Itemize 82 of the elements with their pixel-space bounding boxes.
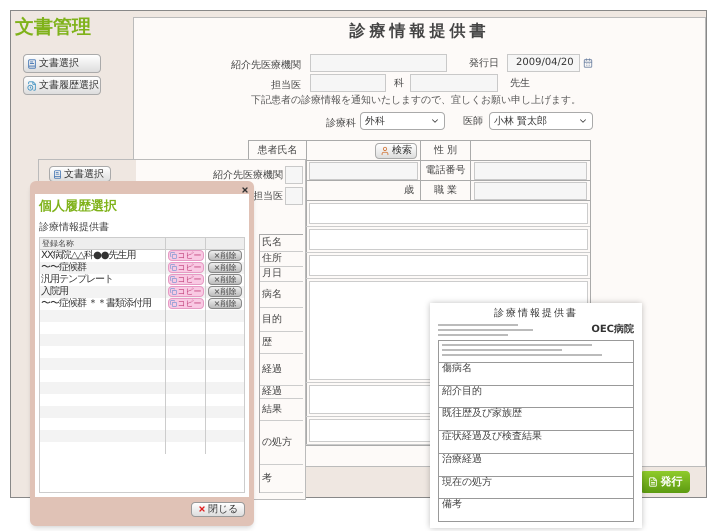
field-label: 科 xyxy=(394,76,404,90)
section-heading: 紹介目的 xyxy=(442,386,483,398)
field-label: 歳 xyxy=(404,184,414,198)
sidebar-button[interactable]: 文書履歴選択 xyxy=(23,76,101,95)
row-label: の処方 xyxy=(261,436,292,448)
notice-text: 下記患者の診療情報を通知いたしますので、宜しくお願い申し上げます。 xyxy=(251,94,582,108)
row-label: 考 xyxy=(261,472,272,484)
input-field[interactable] xyxy=(310,54,447,72)
delete-button[interactable]: ×削除 xyxy=(208,262,242,273)
section-heading: 現在の処方 xyxy=(442,476,493,489)
copy-button[interactable]: コピー xyxy=(168,250,204,261)
input-field[interactable] xyxy=(474,162,587,180)
template-name[interactable]: 〜〜症候群 xyxy=(41,262,86,274)
row-label: 氏名 xyxy=(261,237,282,249)
row-label: 住所 xyxy=(261,253,282,265)
column-header: 登録名称 xyxy=(40,238,166,248)
field-label: 発行日 xyxy=(469,56,499,70)
section-heading: 治療経過 xyxy=(442,454,483,466)
dropdown[interactable]: 外科 xyxy=(360,112,445,130)
template-name[interactable]: XX病院△△科●●先生用 xyxy=(41,250,136,262)
delete-button[interactable]: ×削除 xyxy=(208,250,242,261)
copy-button[interactable]: コピー xyxy=(168,262,204,273)
template-name[interactable]: 〜〜症候群 ＊＊書類添付用 xyxy=(41,298,152,310)
dropdown[interactable]: 小林 賢太郎 xyxy=(489,112,593,130)
row-label: 結果 xyxy=(261,404,282,416)
calendar-icon[interactable] xyxy=(583,58,593,68)
table-header: 性 別 xyxy=(421,141,471,160)
close-icon xyxy=(198,505,206,513)
field-label: 医師 xyxy=(463,114,483,128)
document-icon xyxy=(648,477,658,487)
delete-button[interactable]: ×削除 xyxy=(208,298,242,309)
section-heading: 備考 xyxy=(442,499,463,512)
dialog-title: 個人履歴選択 xyxy=(39,198,118,216)
row-label: 経過 xyxy=(261,364,282,376)
delete-button[interactable]: ×削除 xyxy=(208,274,242,285)
field-label: 担当医 xyxy=(271,80,301,91)
field-label: 先生 xyxy=(510,76,530,90)
row-label: 経過 xyxy=(261,386,282,398)
input-field[interactable] xyxy=(474,182,587,200)
document-icon xyxy=(27,80,37,90)
copy-icon xyxy=(170,276,176,283)
copy-icon xyxy=(170,264,176,271)
field-label: 担当医 xyxy=(253,190,283,204)
input-field[interactable] xyxy=(285,187,303,205)
sidebar-button[interactable]: 文書選択 xyxy=(49,166,111,182)
book-icon xyxy=(27,58,37,68)
field-label: 診療科 xyxy=(326,118,356,129)
row-label: 月日 xyxy=(261,268,282,280)
hospital-name: OEC病院 xyxy=(591,322,634,337)
book-icon xyxy=(53,170,62,178)
copy-button[interactable]: コピー xyxy=(168,274,204,285)
row-label: 目的 xyxy=(261,314,282,326)
delete-button[interactable]: ×削除 xyxy=(208,286,242,297)
copy-icon xyxy=(170,300,176,307)
search-button[interactable]: 検索 xyxy=(375,142,417,158)
section-heading: 既往歴及び家族歴 xyxy=(442,408,523,420)
input-field[interactable] xyxy=(285,166,303,184)
input-field[interactable] xyxy=(309,162,418,180)
copy-icon xyxy=(170,288,176,295)
row-label: 病名 xyxy=(261,288,282,300)
section-heading: 症状経過及び検査結果 xyxy=(442,431,543,444)
field-label: 紹介先医療機関 xyxy=(231,60,301,71)
document-title: 診療情報提供書 xyxy=(493,306,579,321)
section-heading: 傷病名 xyxy=(442,363,473,375)
input-field[interactable] xyxy=(310,74,386,92)
date-field[interactable]: 2009/04/20 xyxy=(507,54,580,72)
field-label: 紹介先医療機関 xyxy=(213,168,283,182)
form-title: 診療情報提供書 xyxy=(348,20,490,42)
close-button[interactable]: 閉じる xyxy=(191,502,245,516)
person-icon xyxy=(380,146,390,156)
table-header: 職 業 xyxy=(421,181,471,200)
template-name[interactable]: 入院用 xyxy=(41,286,68,298)
copy-button[interactable]: コピー xyxy=(168,286,204,297)
input-field[interactable] xyxy=(410,74,498,92)
table-header: 電話番号 xyxy=(421,161,471,180)
row-label: 歴 xyxy=(261,336,272,348)
copy-icon xyxy=(170,252,176,259)
app-title: 文書管理 xyxy=(15,15,92,39)
copy-button[interactable]: コピー xyxy=(168,298,204,309)
sidebar-button[interactable]: 文書選択 xyxy=(23,54,101,73)
dialog-subtitle: 診療情報提供書 xyxy=(39,220,110,234)
close-icon[interactable] xyxy=(241,186,249,194)
